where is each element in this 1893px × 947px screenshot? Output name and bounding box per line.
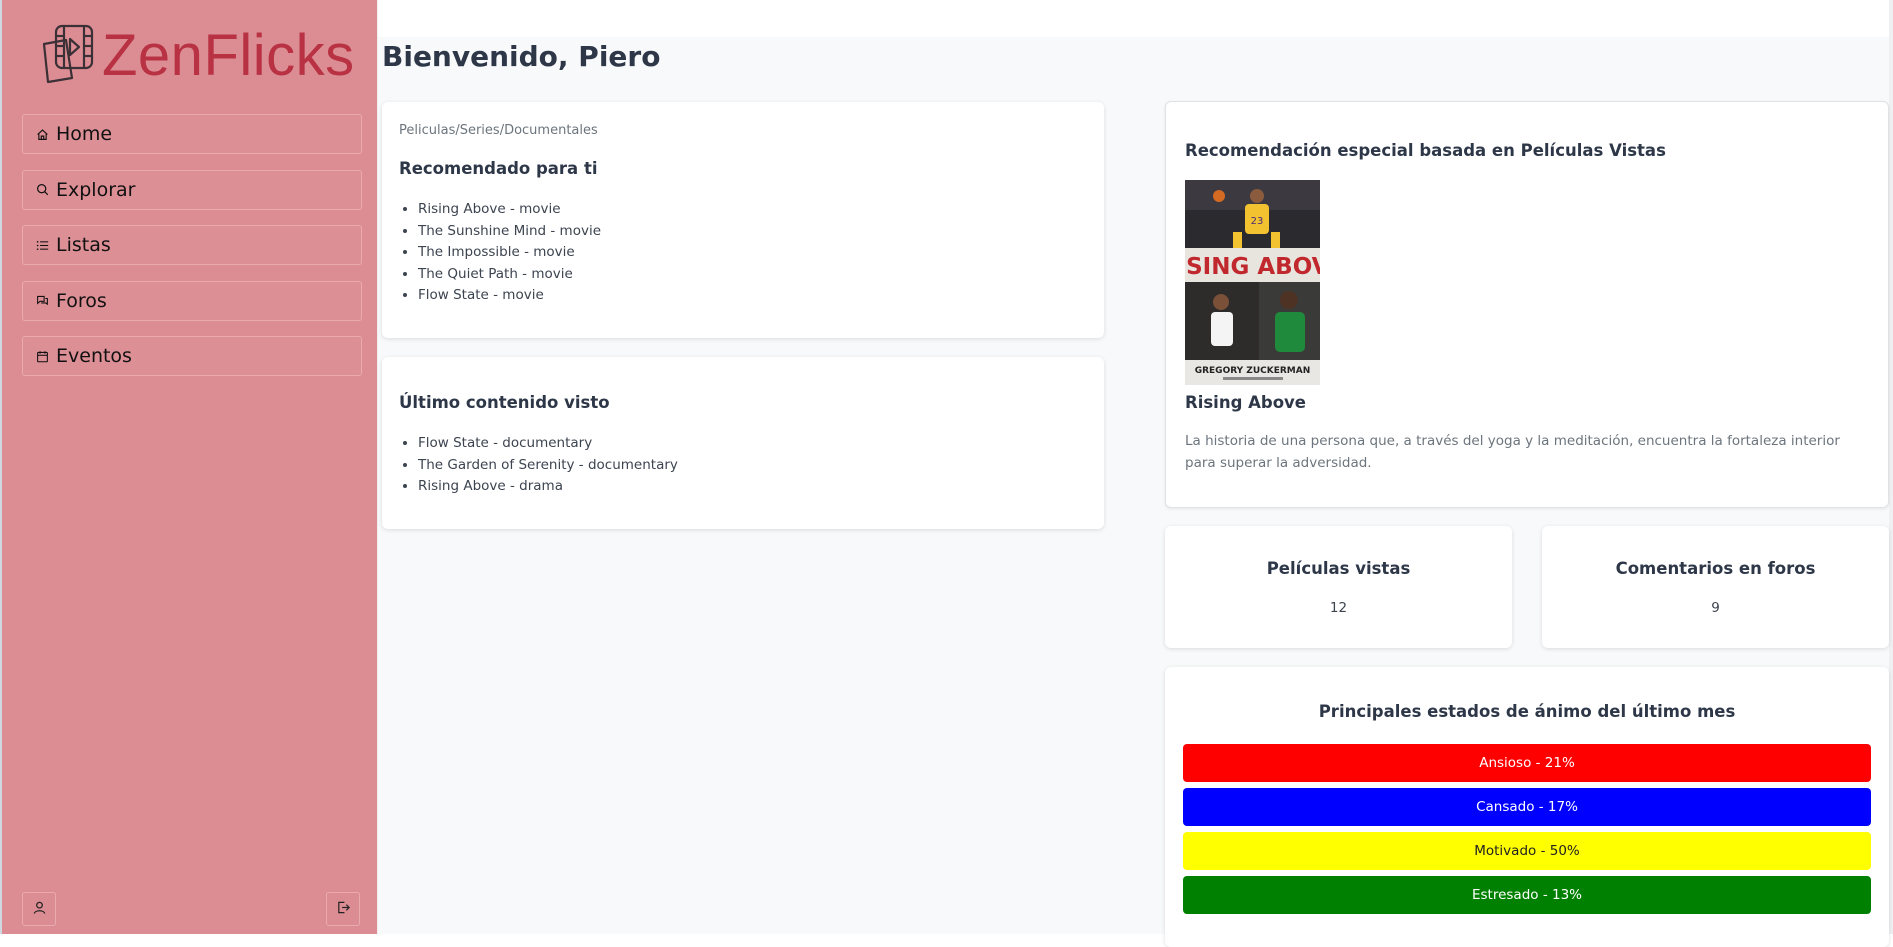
logout-button[interactable] [326, 892, 360, 926]
poster-title-text: RISING ABOVE [1185, 254, 1320, 280]
list-item[interactable]: Rising Above - drama [418, 476, 678, 498]
special-title: Recomendación especial basada en Películ… [1185, 141, 1666, 160]
stat-label: Películas vistas [1266, 559, 1411, 578]
stat-label: Comentarios en foros [1615, 559, 1816, 578]
recommended-card: Peliculas/Series/Documentales Recomendad… [382, 102, 1104, 338]
mood-bar: Motivado - 50% [1183, 832, 1871, 870]
scrollbar[interactable] [1889, 0, 1893, 934]
recommended-list: Rising Above - movie The Sunshine Mind -… [382, 199, 601, 307]
top-bar [378, 0, 1893, 37]
poster-author-text: GREGORY ZUCKERMAN [1195, 366, 1311, 376]
sidebar-item-label: Home [56, 123, 113, 145]
sidebar-item-foros[interactable]: Foros [22, 280, 362, 321]
app-name: ZenFlicks [102, 23, 355, 88]
movie-poster[interactable]: 23 RISING ABOVE GREGORY ZUCKERMAN [1185, 180, 1320, 385]
sidebar: ZenFlicks Home Explorar Listas Foros Eve… [0, 0, 378, 934]
sidebar-item-explorar[interactable]: Explorar [22, 169, 362, 210]
stat-card-movies: Películas vistas 12 [1165, 526, 1512, 648]
calendar-icon [35, 349, 49, 363]
list-item[interactable]: The Sunshine Mind - movie [418, 221, 601, 243]
sidebar-item-home[interactable]: Home [22, 114, 362, 154]
movie-description: La historia de una persona que, a través… [1185, 433, 1840, 471]
page-title: Bienvenido, Piero [382, 40, 661, 73]
poster-jersey-number: 23 [1251, 216, 1264, 227]
sidebar-item-label: Explorar [56, 178, 136, 201]
list-item[interactable]: Rising Above - movie [418, 199, 601, 221]
sidebar-item-listas[interactable]: Listas [22, 225, 362, 265]
breadcrumb: Peliculas/Series/Documentales [399, 123, 598, 138]
mood-bar: Estresado - 13% [1183, 876, 1871, 914]
search-icon [35, 183, 49, 197]
sidebar-item-label: Eventos [56, 345, 132, 367]
sidebar-nav: Home Explorar Listas Foros Eventos [22, 114, 362, 392]
mood-bar: Cansado - 17% [1183, 788, 1871, 826]
sidebar-item-eventos[interactable]: Eventos [22, 336, 362, 376]
last-watched-card: Último contenido visto Flow State - docu… [382, 357, 1104, 529]
film-logo-icon [36, 22, 98, 90]
logout-icon [336, 900, 351, 919]
last-watched-title: Último contenido visto [399, 393, 610, 412]
list-item[interactable]: Flow State - documentary [418, 433, 678, 455]
logo[interactable]: ZenFlicks [36, 22, 355, 90]
list-item[interactable]: The Quiet Path - movie [418, 264, 601, 286]
profile-button[interactable] [22, 892, 56, 926]
list-item[interactable]: The Garden of Serenity - documentary [418, 455, 678, 477]
sidebar-item-label: Listas [56, 234, 111, 256]
stat-value: 12 [1329, 600, 1348, 616]
stat-value: 9 [1711, 600, 1720, 616]
stat-card-comments: Comentarios en foros 9 [1542, 526, 1889, 648]
mood-bar: Ansioso - 21% [1183, 744, 1871, 782]
movie-title: Rising Above [1185, 393, 1307, 412]
recommended-title: Recomendado para ti [399, 159, 598, 178]
home-icon [35, 127, 49, 141]
last-watched-list: Flow State - documentary The Garden of S… [382, 433, 678, 498]
user-icon [32, 900, 47, 919]
list-item[interactable]: Flow State - movie [418, 285, 601, 307]
chat-icon [35, 294, 49, 308]
special-recommendation-card: Recomendación especial basada en Películ… [1165, 101, 1889, 508]
sidebar-item-label: Foros [56, 289, 107, 312]
list-icon [35, 238, 49, 252]
list-item[interactable]: The Impossible - movie [418, 242, 601, 264]
moods-title: Principales estados de ánimo del último … [1318, 702, 1736, 721]
